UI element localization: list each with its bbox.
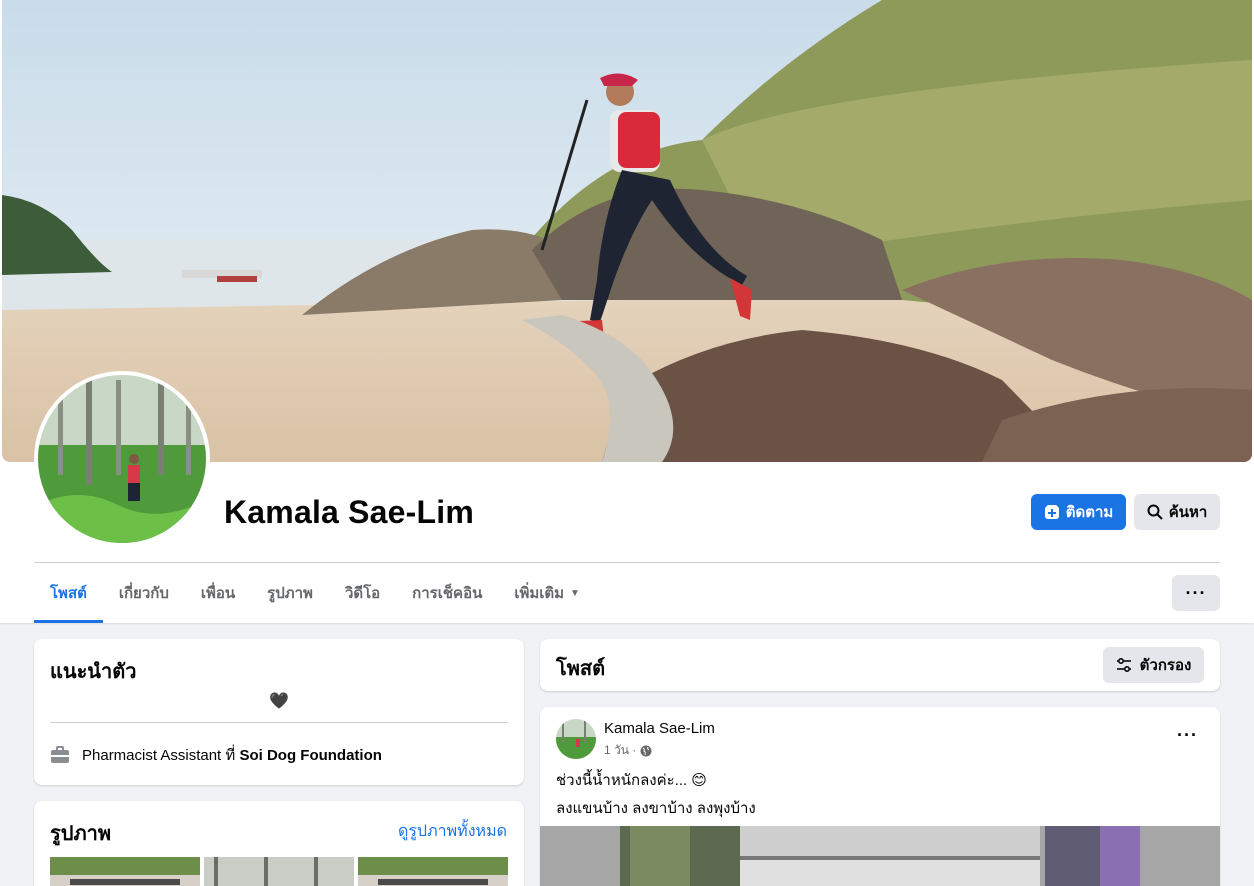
work-role: Pharmacist Assistant ที่ — [82, 747, 236, 764]
filter-button[interactable]: ตัวกรอง — [1103, 647, 1204, 683]
follow-button[interactable]: ติดตาม — [1031, 494, 1126, 530]
tab-more[interactable]: เพิ่มเติม ▼ — [498, 563, 596, 623]
profile-avatar[interactable] — [34, 371, 210, 547]
tab-photos[interactable]: รูปภาพ — [251, 563, 329, 623]
intro-work: Pharmacist Assistant ที่ Soi Dog Foundat… — [50, 743, 382, 767]
intro-title: แนะนำตัว — [50, 661, 137, 683]
search-label: ค้นหา — [1168, 504, 1208, 521]
photo-thumbnail[interactable] — [50, 857, 200, 886]
photo-thumbnails — [50, 857, 508, 886]
intro-divider — [50, 722, 508, 723]
tab-about[interactable]: เกี่ยวกับ — [103, 563, 185, 623]
globe-icon — [640, 745, 652, 756]
post-text: ช่วงนี้น้ำหนักลงค่ะ... — [556, 772, 688, 789]
tab-checkins[interactable]: การเช็คอิน — [396, 563, 498, 623]
photo-thumbnail[interactable] — [358, 857, 508, 886]
tab-label: โพสต์ — [50, 585, 87, 602]
tab-label: เพื่อน — [200, 585, 236, 602]
post-author-name[interactable]: Kamala Sae-Lim — [604, 720, 715, 737]
post-meta: 1 วัน · — [604, 741, 652, 760]
posts-header-card: โพสต์ ตัวกรอง — [540, 639, 1220, 691]
smile-emoji-icon: 😊 — [691, 772, 707, 789]
profile-more-button[interactable]: ··· — [1172, 575, 1220, 611]
follow-icon — [1044, 505, 1059, 519]
tab-label: เกี่ยวกับ — [118, 585, 169, 602]
cover-photo[interactable] — [2, 0, 1252, 462]
profile-tabs: โพสต์ เกี่ยวกับ เพื่อน รูปภาพ วิดีโอ การ… — [34, 563, 596, 623]
caret-down-icon: ▼ — [570, 587, 580, 599]
filter-icon — [1116, 657, 1131, 673]
tab-videos[interactable]: วิดีโอ — [329, 563, 396, 623]
post-author-avatar[interactable] — [556, 719, 596, 759]
follow-label: ติดตาม — [1065, 504, 1114, 521]
search-icon — [1147, 504, 1163, 520]
tab-label: เพิ่มเติม — [514, 585, 565, 602]
posts-title: โพสต์ — [556, 658, 606, 680]
intro-card: แนะนำตัว 🖤 Pharmacist Assistant ที่ Soi … — [34, 639, 524, 785]
profile-header: Kamala Sae-Lim ติดตาม ค้นหา โพสต์ เกี่ยว… — [0, 0, 1254, 623]
post-more-button[interactable]: ··· — [1177, 725, 1198, 746]
work-place-link[interactable]: Soi Dog Foundation — [239, 747, 381, 764]
photos-title: รูปภาพ — [50, 823, 112, 845]
tab-posts[interactable]: โพสต์ — [34, 563, 103, 623]
tab-label: รูปภาพ — [267, 585, 313, 602]
post-text-line-2: ลงแขนบ้าง ลงขาบ้าง ลงพุงบ้าง — [556, 800, 756, 817]
profile-name: Kamala Sae-Lim — [224, 494, 475, 530]
post-text-line-1: ช่วงนี้น้ำหนักลงค่ะ... 😊 — [556, 768, 707, 792]
filter-label: ตัวกรอง — [1139, 657, 1192, 674]
profile-search-button[interactable]: ค้นหา — [1134, 494, 1220, 530]
intro-bio: 🖤 — [269, 693, 289, 710]
post-time[interactable]: 1 วัน · — [604, 741, 636, 760]
photos-card: รูปภาพ ดูรูปภาพทั้งหมด — [34, 801, 524, 886]
briefcase-icon — [51, 746, 69, 763]
photo-thumbnail[interactable] — [204, 857, 354, 886]
tab-label: วิดีโอ — [344, 585, 381, 602]
post-photo[interactable] — [540, 826, 1220, 886]
see-all-photos-link[interactable]: ดูรูปภาพทั้งหมด — [398, 819, 507, 844]
post-card: Kamala Sae-Lim 1 วัน · ··· ช่วงนี้น้ำหนั… — [540, 707, 1220, 886]
tab-label: การเช็คอิน — [412, 585, 483, 602]
tab-friends[interactable]: เพื่อน — [185, 563, 251, 623]
